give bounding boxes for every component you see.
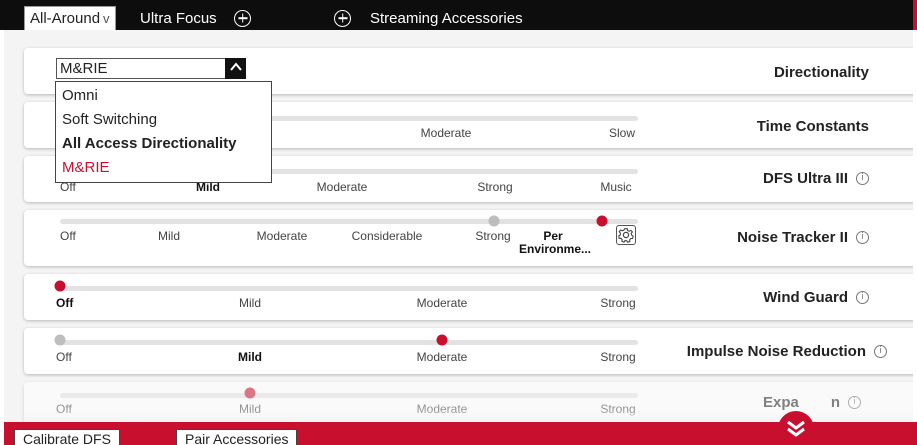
noise-tracker-slider-thumb[interactable] xyxy=(596,215,608,227)
tab-streaming-accessories[interactable]: Streaming Accessories xyxy=(370,6,523,30)
dfs-label-strong: Strong xyxy=(477,180,513,194)
add-program-button[interactable] xyxy=(234,6,251,30)
chevron-up-icon[interactable] xyxy=(225,58,246,79)
expansion-title-start: Expa xyxy=(762,394,799,411)
time-constants-label-slow: Slow xyxy=(608,126,636,140)
dfs-label-music: Music xyxy=(600,180,632,194)
tab-streaming-label: Streaming Accessories xyxy=(370,9,523,27)
noise-tracker-default-dot xyxy=(488,215,500,227)
directionality-option-mrie[interactable]: M&RIE xyxy=(56,158,271,178)
impulse-title-text: Impulse Noise Reduction xyxy=(686,343,866,360)
impulse-title: Impulse Noise Reduction i xyxy=(687,343,887,360)
info-icon[interactable]: i xyxy=(856,172,869,185)
impulse-label-moderate: Moderate xyxy=(416,350,468,364)
impulse-slider-track[interactable] xyxy=(60,340,638,345)
impulse-label-mild: Mild xyxy=(238,350,262,364)
noise-tracker-card: Off Mild Moderate Considerable Strong Pe… xyxy=(24,210,913,266)
directionality-option-all-access[interactable]: All Access Directionality xyxy=(56,134,271,158)
pair-accessories-button[interactable]: Pair Accessories xyxy=(176,429,298,445)
chevron-down-icon: v xyxy=(103,11,110,26)
noise-tracker-label-moderate: Moderate xyxy=(256,229,308,243)
scroll-down-button[interactable] xyxy=(778,411,814,445)
impulse-label-off: Off xyxy=(56,350,72,364)
wind-guard-slider-thumb[interactable] xyxy=(54,280,66,292)
plus-circle-icon xyxy=(334,9,351,27)
directionality-selected-value: M&RIE xyxy=(60,60,108,77)
directionality-select[interactable]: M&RIE xyxy=(56,58,246,79)
noise-tracker-label-mild: Mild xyxy=(157,229,181,243)
impulse-label-strong: Strong xyxy=(600,350,636,364)
wind-guard-title: Wind Guard i xyxy=(763,289,869,306)
impulse-slider-thumb[interactable] xyxy=(436,334,448,346)
noise-tracker-settings-button[interactable] xyxy=(616,225,636,245)
directionality-options-list: Omni Soft Switching All Access Direction… xyxy=(55,81,272,183)
expansion-slider-track[interactable] xyxy=(60,393,638,398)
noise-tracker-title: Noise Tracker II i xyxy=(737,229,869,246)
tab-all-around[interactable]: All-Around v xyxy=(24,6,116,30)
time-constants-title: Time Constants xyxy=(756,118,869,135)
wind-guard-label-strong: Strong xyxy=(600,296,636,310)
directionality-option-soft-switching[interactable]: Soft Switching xyxy=(56,110,271,134)
dfs-title-text: DFS Ultra III xyxy=(762,170,848,187)
wind-guard-slider-track[interactable] xyxy=(60,286,638,291)
calibrate-dfs-button[interactable]: Calibrate DFS xyxy=(14,429,120,445)
wind-guard-label-moderate: Moderate xyxy=(416,296,468,310)
noise-tracker-label-per: Per xyxy=(543,229,563,243)
dfs-label-moderate: Moderate xyxy=(316,180,368,194)
expansion-title-end: n xyxy=(830,394,840,411)
dfs-title: DFS Ultra III i xyxy=(763,170,869,187)
directionality-title: Directionality xyxy=(773,64,869,81)
impulse-default-dot xyxy=(54,334,66,346)
time-constants-label-moderate: Moderate xyxy=(420,126,472,140)
add-accessory-button[interactable] xyxy=(334,6,351,30)
wind-guard-label-off: Off xyxy=(56,296,74,310)
noise-tracker-label-considerable: Considerable xyxy=(351,229,423,243)
plus-circle-icon xyxy=(234,9,251,27)
tab-all-around-label: All-Around xyxy=(30,10,101,27)
noise-tracker-label-strong: Strong xyxy=(475,229,511,243)
double-chevron-down-icon xyxy=(787,420,805,437)
info-icon[interactable]: i xyxy=(874,345,887,358)
directionality-option-omni[interactable]: Omni xyxy=(56,86,271,110)
noise-tracker-label-environment: Environme... xyxy=(518,242,592,256)
info-icon[interactable]: i xyxy=(856,231,869,244)
noise-tracker-title-text: Noise Tracker II xyxy=(737,229,848,246)
noise-tracker-slider-track[interactable] xyxy=(60,219,638,224)
wind-guard-title-text: Wind Guard xyxy=(763,289,848,306)
tab-ultra-focus[interactable]: Ultra Focus xyxy=(140,6,217,30)
wind-guard-label-mild: Mild xyxy=(238,296,262,310)
gear-icon xyxy=(618,228,634,243)
program-tab-bar: All-Around v Ultra Focus Streaming Acces… xyxy=(0,0,917,30)
wind-guard-card: Off Mild Moderate Strong Wind Guard i xyxy=(24,274,913,320)
info-icon[interactable]: i xyxy=(848,396,861,409)
tab-ultra-focus-label: Ultra Focus xyxy=(140,9,217,27)
noise-tracker-label-off: Off xyxy=(60,229,76,243)
expansion-title: Expa n i xyxy=(763,394,861,411)
info-icon[interactable]: i xyxy=(856,291,869,304)
impulse-noise-card: Off Mild Moderate Strong Impulse Noise R… xyxy=(24,328,913,374)
expansion-slider-thumb[interactable] xyxy=(244,387,256,399)
